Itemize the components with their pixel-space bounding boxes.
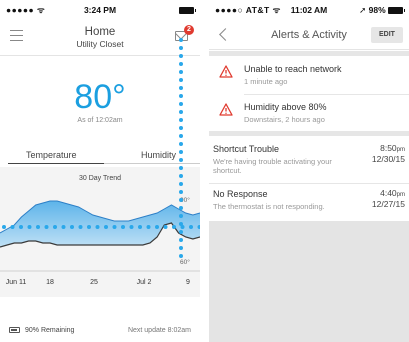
activity-item[interactable]: Shortcut Trouble We're having trouble ac… [209, 140, 409, 182]
thermostat-screen: ●●●●● ᯤ 3:24 PM Home Utility Closet 2 80… [0, 0, 200, 342]
threshold-dot [44, 225, 49, 229]
threshold-dot [146, 225, 151, 229]
threshold-dot [36, 225, 40, 229]
section-divider [209, 51, 409, 56]
activity-ampm: pm [396, 147, 405, 153]
next-update: Next update 8:02am [127, 327, 191, 334]
empty-area [209, 221, 409, 342]
threshold-dot [155, 225, 159, 229]
scrubber-dot [179, 134, 183, 138]
notification-badge: 2 [184, 25, 194, 35]
activity-description: The thermostat is not responding. [213, 202, 325, 211]
row-divider [209, 183, 409, 184]
clock: 3:24 PM [83, 5, 117, 15]
alert-time: 1 minute ago [244, 77, 288, 86]
threshold-dot [95, 225, 100, 229]
tab-bar: Temperature Humidity [0, 150, 200, 164]
threshold-dot [138, 225, 142, 229]
x-tick-label: 25 [90, 279, 98, 286]
trend-chart: 90° 60° Jun 11 18 25 Jul 2 9 30 Day Trend [0, 167, 200, 297]
temperature-timestamp: As of 12:02am [77, 117, 123, 124]
threshold-dot [129, 225, 134, 229]
x-tick-label: Jun 11 [6, 279, 27, 286]
status-bar: ●●●●○ AT&T ᯤ 11:02 AM ➚ 98% [209, 0, 409, 20]
home-title: Home [84, 26, 116, 38]
scrubber-dot [179, 62, 183, 66]
activity-item[interactable]: No Response The thermostat is not respon… [209, 185, 409, 219]
activity-ampm: pm [396, 192, 405, 198]
scrubber-dot [179, 70, 183, 74]
threshold-dot [53, 225, 57, 229]
alert-title: Humidity above 80% [244, 102, 327, 112]
battery-indicator: ➚ 98% [359, 5, 405, 16]
threshold-dot [189, 225, 193, 229]
battery-level-icon [9, 327, 20, 333]
trend-chart-svg: 90° 60° Jun 11 18 25 Jul 2 9 [0, 196, 200, 286]
activity-date: 12/30/15 [371, 154, 405, 164]
tab-temperature[interactable]: Temperature [8, 150, 104, 164]
current-temperature: 80° [74, 78, 126, 116]
x-tick-label: 9 [186, 279, 190, 286]
edit-button[interactable]: EDIT [371, 27, 403, 43]
scrubber-dot [179, 126, 183, 130]
threshold-dot [2, 225, 6, 229]
alert-item[interactable]: Unable to reach network 1 minute ago [209, 57, 409, 95]
status-bar: ●●●●● ᯤ 3:24 PM [0, 0, 200, 20]
battery-icon [388, 7, 405, 14]
threshold-dot [104, 225, 108, 229]
threshold-dot [121, 225, 125, 229]
activity-timestamp: 8:50pm 12/30/15 [372, 144, 405, 164]
threshold-dot [78, 225, 83, 229]
activity-time: 8:50 [380, 143, 397, 153]
x-tick-label: 18 [46, 279, 54, 286]
battery-remaining: 90% Remaining [25, 327, 75, 334]
activity-timestamp: 4:40pm 12/27/15 [372, 189, 405, 209]
tab-humidity[interactable]: Humidity [104, 150, 200, 164]
section-divider [209, 131, 409, 136]
top-nav: Alerts & Activity EDIT [209, 20, 409, 50]
x-tick-label: Jul 2 [137, 279, 152, 286]
battery-percent: ➚ 98% [359, 5, 386, 15]
threshold-dot [70, 225, 74, 229]
threshold-dot [180, 225, 185, 229]
room-subtitle: Utility Closet [76, 39, 124, 49]
page-title: Home Utility Closet [0, 26, 200, 49]
threshold-dot [19, 225, 23, 229]
threshold-dot [112, 225, 117, 229]
chart-title: 30 Day Trend [78, 175, 122, 182]
alert-location-time: Downstairs, 2 hours ago [244, 115, 325, 124]
scrubber-dot [179, 142, 183, 146]
warning-icon [219, 65, 233, 78]
activity-date: 12/27/15 [371, 199, 405, 209]
footer: 90% Remaining Next update 8:02am [0, 320, 200, 340]
alert-title: Unable to reach network [244, 64, 342, 74]
alerts-screen: ●●●●○ AT&T ᯤ 11:02 AM ➚ 98% Alerts & Act… [209, 0, 409, 342]
top-nav: Home Utility Closet 2 [0, 20, 200, 56]
threshold-dot [87, 225, 91, 229]
threshold-dot [27, 225, 32, 229]
activity-description: We're having trouble activating your sho… [213, 157, 332, 175]
threshold-dot [163, 225, 168, 229]
threshold-dot [172, 225, 176, 229]
activity-title: Shortcut Trouble [213, 144, 280, 154]
threshold-dot [10, 225, 15, 229]
activity-title: No Response [213, 189, 268, 199]
threshold-dot [61, 225, 66, 229]
alert-item[interactable]: Humidity above 80% Downstairs, 2 hours a… [209, 95, 409, 133]
y-tick-label: 60° [180, 258, 190, 266]
y-tick-label: 90° [180, 196, 190, 204]
warning-icon [219, 103, 233, 116]
battery-icon [179, 5, 196, 15]
activity-time: 4:40 [380, 188, 397, 198]
